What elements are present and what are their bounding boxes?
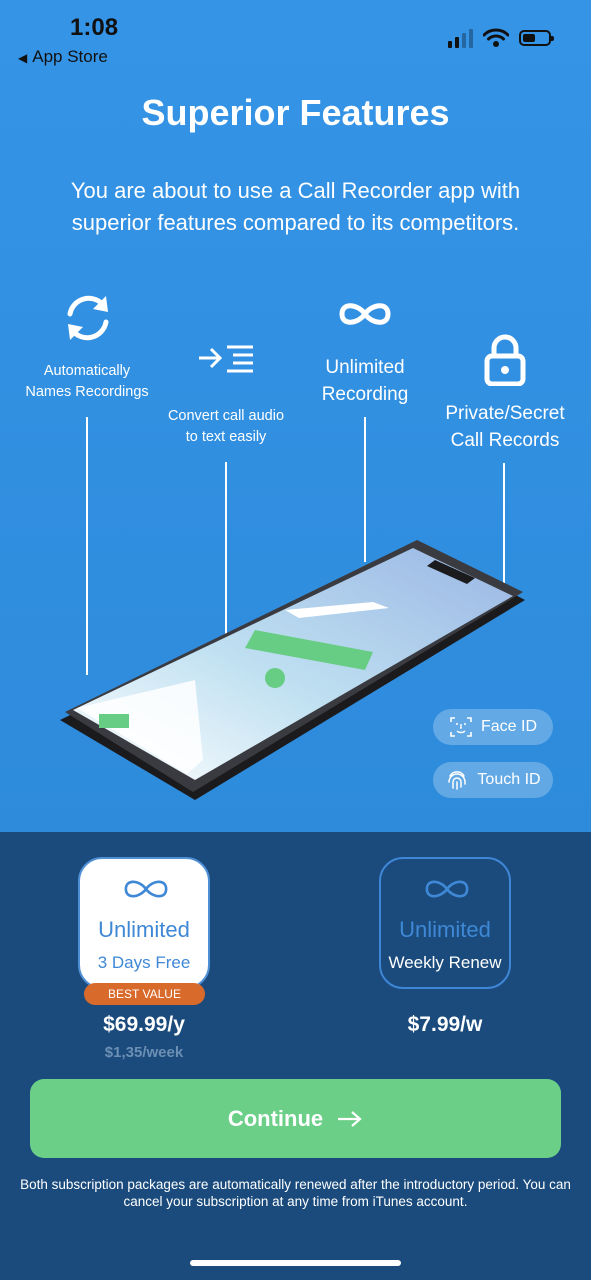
continue-label: Continue — [227, 1105, 324, 1131]
home-indicator[interactable] — [190, 1260, 401, 1266]
back-arrow-icon: ◀ — [18, 51, 28, 65]
battery-icon — [519, 30, 554, 46]
infinity-icon — [425, 880, 469, 898]
page-subtitle: You are about to use a Call Recorder app… — [70, 178, 521, 235]
plan-yearly-card[interactable]: Unlimited 3 Days Free — [78, 857, 210, 989]
status-icons — [448, 28, 554, 48]
face-id-label: Face ID — [480, 718, 537, 735]
subscription-terms: Both subscription packages are automatic… — [20, 1177, 571, 1209]
continue-button[interactable]: Continue — [30, 1079, 561, 1158]
back-to-app-store-link[interactable]: ◀ App Store — [18, 47, 108, 67]
plan-yearly-per-week: $1,35/week — [104, 1044, 184, 1061]
page-title: Superior Features — [141, 92, 450, 133]
plan-trial: 3 Days Free — [97, 953, 191, 972]
touch-id-badge: Touch ID — [433, 762, 553, 798]
feature-label-auto-names: Automatically Names Recordings — [25, 363, 149, 400]
feature-label-unlimited: Unlimited Recording — [321, 357, 409, 405]
face-id-icon — [450, 717, 472, 737]
wifi-icon — [483, 28, 509, 47]
status-time: 1:08 — [70, 14, 119, 41]
feature-label-private: Private/Secret Call Records — [445, 403, 565, 451]
plan-weekly-card[interactable]: Unlimited Weekly Renew — [379, 857, 511, 989]
signal-icon — [448, 28, 473, 48]
back-label: App Store — [32, 47, 108, 66]
fingerprint-icon — [448, 771, 467, 790]
touch-id-label: Touch ID — [477, 771, 541, 788]
infinity-icon — [124, 880, 168, 898]
plan-renew: Weekly Renew — [388, 953, 502, 972]
infinity-icon — [339, 303, 391, 325]
plan-weekly-price: $7.99/w — [407, 1013, 483, 1036]
plan-name: Unlimited — [399, 917, 491, 942]
plan-name: Unlimited — [98, 917, 190, 942]
lock-icon — [484, 334, 526, 386]
text-convert-icon — [199, 345, 253, 373]
face-id-badge: Face ID — [433, 709, 553, 745]
refresh-icon — [67, 295, 109, 341]
best-value-badge: BEST VALUE — [84, 983, 205, 1005]
plan-yearly-price: $69.99/y — [103, 1013, 185, 1036]
arrow-right-icon — [338, 1110, 362, 1127]
feature-label-convert-text: Convert call audio to text easily — [167, 408, 285, 445]
